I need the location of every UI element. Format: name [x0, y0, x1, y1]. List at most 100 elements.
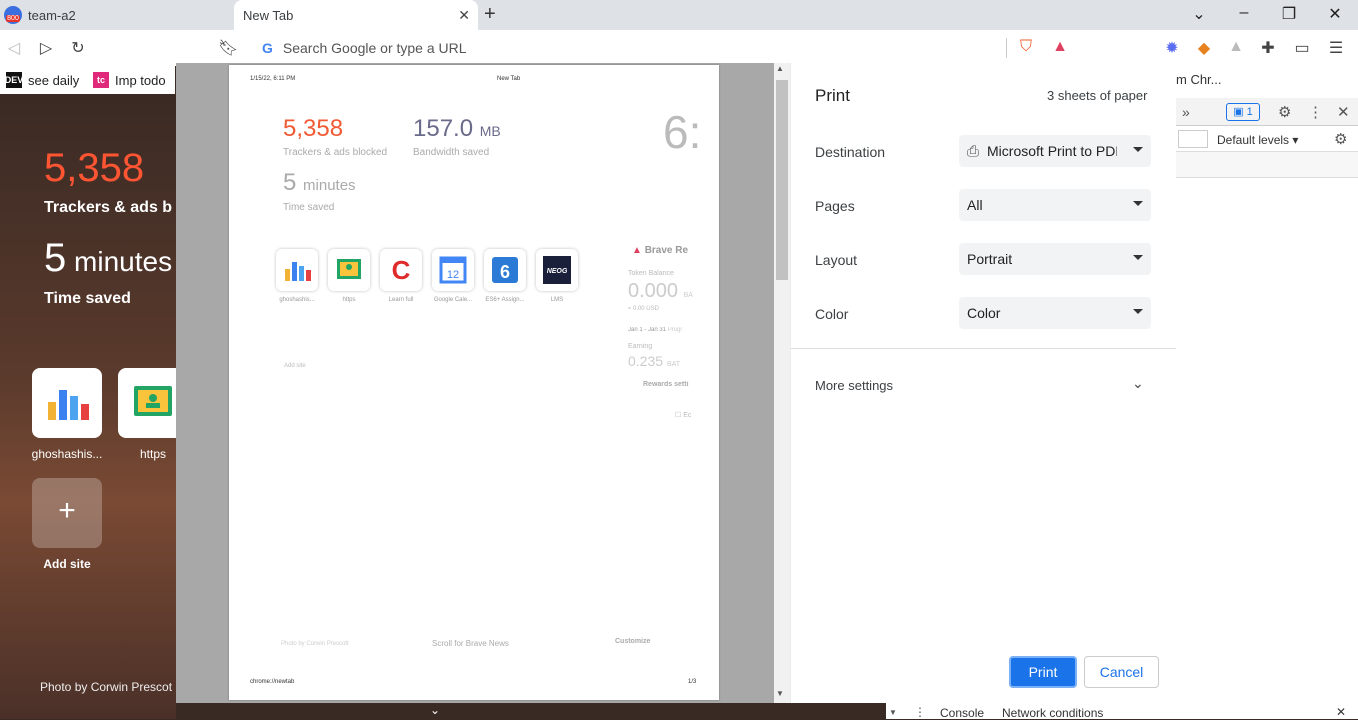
brave-shields-icon[interactable]: ⛉ — [1016, 38, 1036, 56]
settings-gear-icon[interactable]: ⚙ — [1278, 103, 1291, 121]
layout-select[interactable]: Portrait — [959, 243, 1151, 275]
new-tab-button[interactable]: + — [484, 3, 496, 26]
tile-label: ghoshashis... — [31, 447, 103, 461]
print-button[interactable]: Print — [1009, 656, 1077, 688]
restore-button[interactable]: ❐ — [1274, 4, 1304, 24]
top-site-tile[interactable] — [118, 368, 176, 438]
layout-value: Portrait — [967, 251, 1013, 267]
metamask-icon[interactable]: ◆ — [1194, 38, 1214, 58]
bookmark-label: Imp todo — [115, 72, 166, 88]
top-site-tile — [328, 249, 370, 291]
console-settings-icon[interactable]: ⚙ — [1334, 130, 1347, 148]
drawer-menu-icon[interactable]: ⋮ — [914, 705, 926, 719]
page-bottom — [176, 703, 886, 719]
chevron-down-icon[interactable]: ⌄ — [430, 703, 440, 717]
header-date: 1/15/22, 6:11 PM — [250, 76, 296, 82]
forward-icon[interactable]: ▷ — [36, 38, 56, 58]
checkbox-icon: ☐ — [675, 412, 682, 419]
svg-text:6: 6 — [500, 262, 510, 282]
issues-count: 1 — [1246, 106, 1253, 118]
time-number: 5 — [44, 236, 67, 280]
more-settings-toggle[interactable]: More settings — [815, 378, 893, 393]
scrollbar-thumb[interactable] — [776, 80, 788, 280]
add-site-button[interactable]: + — [32, 478, 102, 548]
brave-rewards-icon[interactable]: ▲ — [1050, 38, 1070, 56]
menu-icon[interactable]: ☰ — [1326, 38, 1346, 58]
sheet-count: 3 sheets of paper — [1047, 88, 1148, 103]
close-drawer-icon[interactable]: ✕ — [1336, 705, 1346, 719]
console-tab[interactable]: Console — [940, 706, 984, 720]
tab-badge: 800 — [6, 15, 20, 22]
bookmark-see-daily[interactable]: DEV see daily — [5, 72, 79, 88]
header-title: New Tab — [497, 76, 521, 82]
pages-select[interactable]: All — [959, 189, 1151, 221]
wallet-icon[interactable]: ▭ — [1292, 38, 1312, 58]
earning-value: 0.235 BAT — [628, 353, 680, 369]
bandwidth-unit: MB — [479, 123, 501, 139]
extensions-icon[interactable]: ✚ — [1258, 38, 1278, 58]
google-icon: G — [262, 40, 273, 56]
trackers-count: 5,358 — [44, 146, 145, 190]
svg-text:NEOG: NEOG — [547, 268, 568, 275]
chevron-down-icon — [1133, 201, 1143, 206]
svg-text:12: 12 — [447, 269, 459, 281]
token-unit: BA — [683, 292, 693, 299]
tile-label: Learn full — [388, 297, 414, 303]
more-tabs-icon[interactable]: » — [1182, 104, 1190, 120]
customize: Customize — [615, 638, 651, 645]
scroll-up-icon[interactable]: ▲ — [776, 64, 784, 73]
more-options-icon[interactable]: ⋮ — [1308, 103, 1323, 121]
trackers-count: 5,358 — [283, 115, 344, 142]
devtools-tab[interactable]: m Chr... — [1176, 66, 1358, 94]
pages-label: Pages — [815, 198, 855, 214]
todo-icon: tc — [93, 72, 109, 88]
color-select[interactable]: Color — [959, 297, 1151, 329]
extension-icon[interactable]: ▲ — [1226, 38, 1246, 56]
trackers-label: Trackers & ads blocked — [283, 147, 388, 158]
issues-badge[interactable]: ▣ 1 — [1226, 103, 1260, 121]
tab-new-tab[interactable]: New Tab ✕ — [234, 0, 478, 30]
levels-label: Default levels — [1217, 133, 1290, 147]
extension-icon[interactable]: ✹ — [1162, 38, 1182, 58]
omnibox[interactable]: G Search Google or type a URL — [250, 35, 1010, 61]
top-site-tile[interactable] — [32, 368, 102, 438]
tab-team-a2[interactable]: 800 team-a2 — [0, 0, 232, 30]
back-icon[interactable]: ◁ — [4, 38, 24, 58]
chevron-down-icon — [1133, 255, 1143, 260]
time-unit: minutes — [74, 246, 173, 277]
scroll-down-icon[interactable]: ▼ — [776, 689, 784, 698]
tab-search-icon[interactable]: ⌄ — [1184, 4, 1214, 24]
time-number: 5 — [283, 169, 297, 196]
token-label: Token Balance — [628, 270, 674, 277]
divider — [791, 348, 1176, 349]
minimize-button[interactable]: – — [1229, 4, 1259, 22]
tile-label: https — [342, 297, 356, 303]
cancel-button[interactable]: Cancel — [1084, 656, 1159, 688]
top-site-tile: 6 — [484, 249, 526, 291]
bookmark-imp-todo[interactable]: tc Imp todo — [93, 72, 166, 88]
bandwidth-value: 157.0 MB — [413, 115, 501, 143]
neog-icon: NEOG — [543, 256, 571, 284]
reload-icon[interactable]: ↻ — [68, 38, 88, 58]
bandwidth-number: 157.0 — [413, 115, 474, 142]
token-number: 0.000 — [628, 280, 679, 302]
time-saved-label: Time saved — [44, 290, 131, 307]
bookmark-icon[interactable]: 🔖︎ — [218, 38, 238, 58]
log-levels-dropdown[interactable]: Default levels ▾ — [1217, 133, 1298, 147]
chevron-down-icon[interactable]: ⌄ — [1132, 375, 1144, 392]
earning-unit: BAT — [666, 361, 681, 368]
preview-page: 1/15/22, 6:11 PM New Tab 5,358 Trackers … — [229, 65, 719, 700]
destination-select[interactable]: ⎙ Microsoft Print to PDF — [959, 135, 1151, 167]
destination-label: Destination — [815, 144, 886, 160]
close-devtools-icon[interactable]: ✕ — [1337, 103, 1350, 121]
color-value: Color — [967, 305, 1001, 321]
console-row — [1176, 152, 1358, 178]
close-tab-icon[interactable]: ✕ — [458, 7, 470, 24]
earning-number: 0.235 — [628, 353, 664, 369]
scroll-down-icon[interactable]: ▼ — [889, 708, 897, 717]
network-conditions-tab[interactable]: Network conditions — [1002, 706, 1103, 720]
close-window-button[interactable]: ✕ — [1320, 4, 1350, 24]
filter-input[interactable] — [1178, 130, 1208, 148]
pages-value: All — [967, 197, 983, 213]
devtools-tab-label: m Chr... — [1176, 72, 1222, 87]
